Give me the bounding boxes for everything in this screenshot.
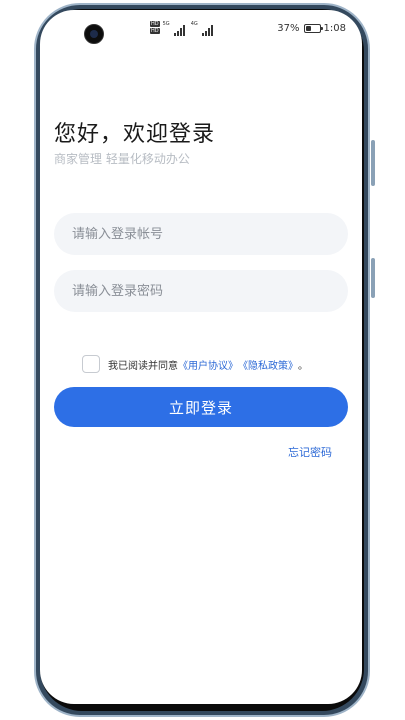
hd-badge-top: HD xyxy=(150,21,160,27)
agreement-checkbox[interactable] xyxy=(82,355,100,373)
status-bar: HD HD 5G 4G 37% 1:08 xyxy=(40,10,362,50)
signal-bars-2-icon xyxy=(201,24,213,36)
power-button xyxy=(371,140,375,186)
hd-badge-bottom: HD xyxy=(150,28,160,34)
user-agreement-link[interactable]: 《用户协议》 xyxy=(178,357,238,372)
page-subtitle: 商家管理 轻量化移动办公 xyxy=(54,152,190,166)
signal-2-label: 4G xyxy=(190,21,198,27)
phone-screen: HD HD 5G 4G 37% 1:08 您好，欢迎登录 商家管理 轻量化移动办… xyxy=(40,10,362,704)
agreement-prefix: 我已阅读并同意 xyxy=(108,360,178,372)
status-right: 37% 1:08 xyxy=(277,23,346,34)
signal-bars-1-icon xyxy=(173,24,185,36)
network-indicators: HD HD 5G 4G xyxy=(150,21,213,37)
volume-button xyxy=(371,258,375,298)
privacy-policy-link[interactable]: 《隐私政策》 xyxy=(238,357,298,372)
clock-time: 1:08 xyxy=(323,23,346,34)
login-button[interactable]: 立即登录 xyxy=(54,387,348,427)
agreement-row: 我已阅读并同意 《用户协议》 《隐私政策》 。 xyxy=(82,355,308,373)
forgot-password-link[interactable]: 忘记密码 xyxy=(288,444,332,460)
page-title: 您好，欢迎登录 xyxy=(54,122,216,147)
agreement-suffix: 。 xyxy=(298,360,308,372)
battery-icon xyxy=(303,24,323,33)
battery-percent: 37% xyxy=(277,23,300,34)
front-camera xyxy=(84,24,104,44)
hd-badges: HD HD xyxy=(150,21,160,34)
password-input[interactable] xyxy=(54,270,348,312)
signal-1-label: 5G xyxy=(162,21,170,27)
account-input[interactable] xyxy=(54,213,348,255)
